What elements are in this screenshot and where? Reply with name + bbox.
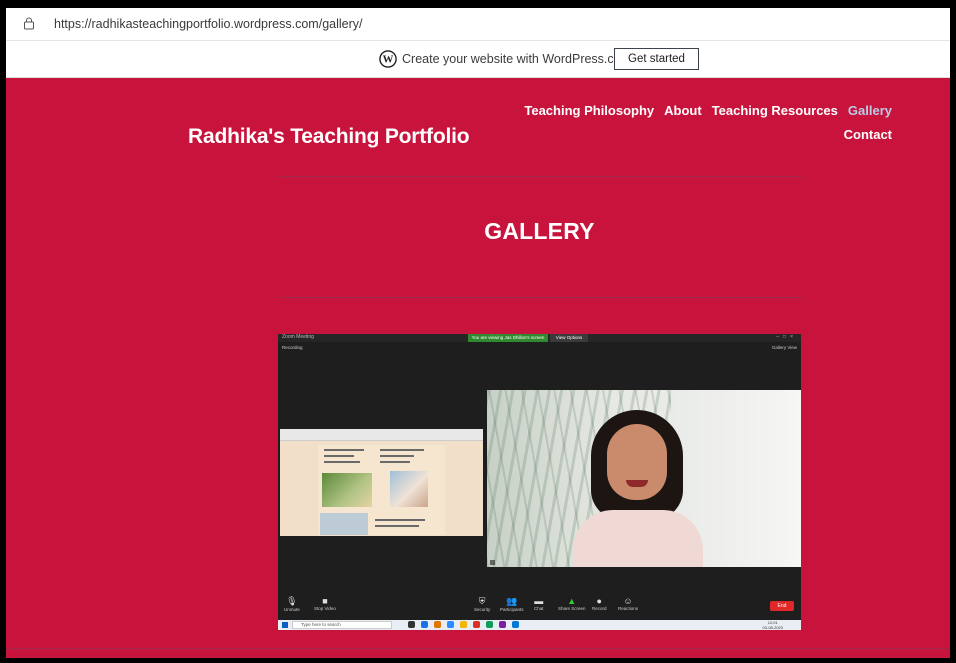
chrome-icon bbox=[486, 621, 493, 628]
participant-avatar bbox=[573, 410, 703, 567]
nav-item-teaching-resources[interactable]: Teaching Resources bbox=[712, 103, 838, 118]
site-title[interactable]: Radhika's Teaching Portfolio bbox=[188, 125, 470, 149]
doc-text-line bbox=[324, 461, 360, 463]
header-divider bbox=[278, 176, 801, 177]
windows-taskbar: Type here to search 12:01 03-08-2023 bbox=[278, 620, 801, 630]
recording-indicator: Recording bbox=[282, 345, 303, 350]
zoom-app-icon bbox=[447, 621, 454, 628]
chat-button: ▬ Chat bbox=[534, 596, 544, 611]
browser-frame: https://radhikasteachingportfolio.wordpr… bbox=[6, 8, 950, 658]
gallery-view-label: Gallery View bbox=[771, 345, 797, 350]
doc-text-line bbox=[380, 449, 424, 451]
taskbar-search: Type here to search bbox=[292, 621, 392, 629]
zoom-toolbar: 🎙 Unmute ■ Stop Video ⛨ Security 👥 Participa… bbox=[278, 594, 801, 620]
share-notice: You are viewing Jas Dhillon's screen bbox=[468, 334, 548, 342]
view-options: View Options bbox=[550, 334, 588, 342]
unmute-button: 🎙 Unmute bbox=[284, 596, 300, 612]
store-icon bbox=[499, 621, 506, 628]
lock-icon bbox=[24, 17, 34, 30]
shared-screen bbox=[280, 429, 483, 536]
edge-icon bbox=[421, 621, 428, 628]
wordpress-banner: W Create your website with WordPress.com… bbox=[6, 41, 950, 78]
doc-text-line bbox=[380, 461, 410, 463]
doc-text-line bbox=[375, 519, 425, 521]
share-screen-icon: ▲ bbox=[567, 596, 577, 606]
doc-text-line bbox=[380, 455, 414, 457]
reactions-button: ☺ Reactions bbox=[618, 596, 639, 611]
file-explorer-icon bbox=[460, 621, 467, 628]
title-divider bbox=[278, 297, 801, 298]
gallery-image[interactable]: Zoom Meeting You are viewing Jas Dhillon… bbox=[278, 334, 801, 630]
doc-text-line bbox=[324, 449, 364, 451]
chat-icon: ▬ bbox=[534, 596, 544, 606]
nav-item-about[interactable]: About bbox=[664, 103, 702, 118]
nav-item-gallery[interactable]: Gallery bbox=[848, 103, 892, 118]
taskbar-app-icons bbox=[408, 621, 519, 628]
doc-image-nature bbox=[322, 473, 372, 507]
shield-icon: ⛨ bbox=[478, 596, 486, 606]
participants-button: 👥 Participants bbox=[500, 596, 524, 612]
footer-divider bbox=[6, 648, 950, 649]
end-meeting-button: End bbox=[770, 601, 794, 611]
record-icon: ● bbox=[596, 596, 602, 606]
nav-item-teaching-philosophy[interactable]: Teaching Philosophy bbox=[524, 103, 654, 118]
taskbar-clock: 12:01 03-08-2023 bbox=[762, 620, 783, 630]
windows-start-icon bbox=[282, 622, 288, 628]
task-view-icon bbox=[408, 621, 415, 628]
doc-image-person bbox=[390, 471, 428, 507]
address-bar[interactable]: https://radhikasteachingportfolio.wordpr… bbox=[6, 8, 950, 41]
doc-text-line bbox=[324, 455, 354, 457]
microphone-icon: 🎙 bbox=[286, 596, 298, 606]
video-tile bbox=[487, 390, 801, 567]
svg-text:W: W bbox=[383, 54, 394, 66]
mail-icon bbox=[512, 621, 519, 628]
share-screen-button: ▲ Share Screen bbox=[558, 596, 586, 611]
page-title: GALLERY bbox=[484, 218, 595, 244]
camera-icon: ■ bbox=[322, 596, 328, 606]
nav-item-contact[interactable]: Contact bbox=[844, 127, 892, 142]
doc-image-drawing bbox=[320, 513, 368, 535]
security-button: ⛨ Security bbox=[474, 596, 491, 612]
site-content: Radhika's Teaching Portfolio Teaching Ph… bbox=[6, 78, 950, 658]
participant-name-tag bbox=[490, 560, 496, 565]
zoom-window-title: Zoom Meeting bbox=[282, 334, 314, 340]
record-button: ● Record bbox=[592, 596, 607, 611]
zoom-titlebar: Zoom Meeting You are viewing Jas Dhillon… bbox=[278, 334, 801, 342]
participants-icon: 👥 bbox=[506, 596, 518, 606]
wordpress-banner-text[interactable]: Create your website with WordPress.com bbox=[402, 52, 631, 66]
get-started-button[interactable]: Get started bbox=[614, 48, 699, 70]
reactions-icon: ☺ bbox=[623, 596, 633, 606]
opera-icon bbox=[473, 621, 480, 628]
doc-text-line bbox=[375, 525, 419, 527]
firefox-icon bbox=[434, 621, 441, 628]
main-nav: Teaching Philosophy About Teaching Resou… bbox=[472, 103, 892, 151]
window-controls-icon: –□× bbox=[776, 334, 797, 340]
shared-browser-chrome bbox=[280, 429, 483, 441]
url-text[interactable]: https://radhikasteachingportfolio.wordpr… bbox=[54, 17, 362, 31]
stop-video-button: ■ Stop Video bbox=[314, 596, 336, 611]
wordpress-logo-icon: W bbox=[379, 50, 397, 68]
